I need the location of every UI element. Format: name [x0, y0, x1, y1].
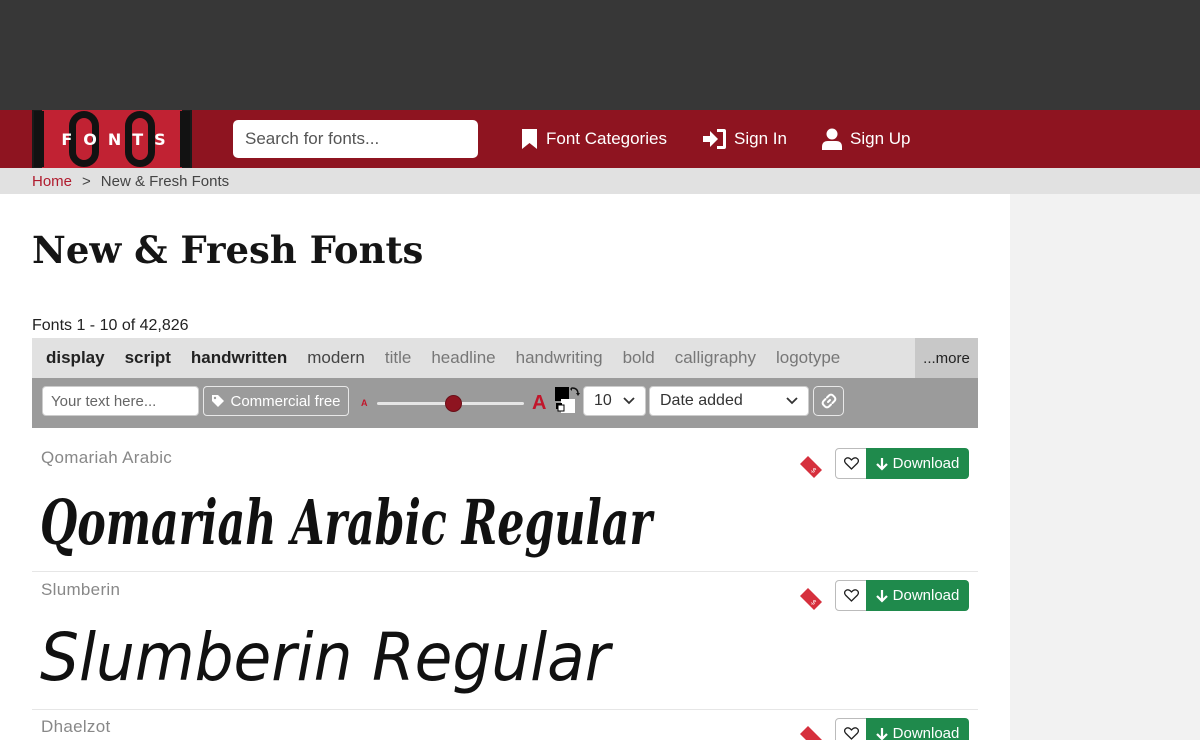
- count-select-value: 10: [594, 392, 612, 409]
- site-header: FONTS Font Categories Sign In Sign Up: [0, 110, 1200, 168]
- price-tag-icon: [800, 726, 822, 740]
- sort-select-value: Date added: [660, 392, 743, 409]
- arrow-down-icon: [875, 727, 888, 740]
- download-label: Download: [892, 455, 960, 472]
- favorite-button[interactable]: [835, 448, 867, 479]
- price-tag-icon: $: [800, 456, 822, 478]
- tag-title[interactable]: title: [385, 348, 411, 368]
- heart-icon: [843, 457, 859, 470]
- nav-font-categories[interactable]: Font Categories: [521, 110, 667, 168]
- price-tag-icon: $: [800, 588, 822, 610]
- commercial-free-label: Commercial free: [230, 392, 341, 410]
- size-small-label: A: [361, 398, 368, 408]
- download-label: Download: [892, 725, 960, 740]
- font-row: Slumberin $ Download Slumberin Regular: [32, 572, 978, 710]
- more-tags-button[interactable]: ...more: [915, 338, 978, 378]
- heart-icon: [843, 727, 859, 740]
- preview-toolbar: Commercial free A A 10 Date added: [32, 378, 978, 428]
- nav-sign-in[interactable]: Sign In: [703, 110, 787, 168]
- search-input[interactable]: [245, 129, 466, 149]
- logo-text: FONTS: [61, 130, 177, 149]
- link-icon: [821, 393, 836, 409]
- font-preview[interactable]: Slumberin Regular: [40, 614, 640, 704]
- right-sidebar: [1010, 194, 1200, 740]
- nav-sign-up[interactable]: Sign Up: [822, 110, 910, 168]
- font-preview-text: Qomariah Arabic Regular: [40, 486, 655, 559]
- arrow-down-icon: [875, 589, 888, 603]
- tag-icon: [212, 395, 225, 407]
- font-preview-text: Slumberin Regular: [40, 619, 614, 696]
- tag-bar: display script handwritten modern title …: [32, 338, 978, 378]
- tag-modern[interactable]: modern: [307, 348, 365, 368]
- sign-in-icon: [703, 129, 726, 149]
- font-name[interactable]: Slumberin: [41, 580, 120, 600]
- download-button[interactable]: Download: [866, 718, 969, 740]
- top-band: [0, 0, 1200, 110]
- site-logo[interactable]: FONTS: [32, 110, 192, 168]
- download-label: Download: [892, 587, 960, 604]
- favorite-button[interactable]: [835, 580, 867, 611]
- chevron-down-icon: [786, 397, 798, 405]
- search-box: [233, 120, 478, 158]
- nav-sign-up-label: Sign Up: [850, 129, 911, 148]
- font-name[interactable]: Qomariah Arabic: [41, 448, 172, 468]
- download-button[interactable]: Download: [866, 448, 969, 479]
- breadcrumb-home[interactable]: Home: [32, 173, 72, 190]
- download-button[interactable]: Download: [866, 580, 969, 611]
- sort-select[interactable]: Date added: [649, 386, 809, 416]
- arrow-down-icon: [875, 457, 888, 471]
- nav-sign-in-label: Sign In: [734, 129, 787, 148]
- breadcrumb-current: New & Fresh Fonts: [100, 172, 230, 190]
- font-name[interactable]: Dhaelzot: [41, 717, 111, 737]
- tag-script[interactable]: script: [125, 348, 171, 368]
- favorite-button[interactable]: [835, 718, 867, 740]
- tag-calligraphy[interactable]: calligraphy: [675, 348, 756, 368]
- commercial-free-button[interactable]: Commercial free: [203, 386, 349, 416]
- tag-handwritten[interactable]: handwritten: [191, 348, 287, 368]
- preview-text-input[interactable]: [42, 386, 199, 416]
- count-select[interactable]: 10: [583, 386, 646, 416]
- font-preview[interactable]: Qomariah Arabic Regular: [40, 482, 680, 562]
- nav-font-categories-label: Font Categories: [546, 129, 667, 148]
- chevron-down-icon: [623, 397, 635, 405]
- size-large-label: A: [532, 392, 547, 414]
- font-count: Fonts 1 - 10 of 42,826: [32, 317, 189, 334]
- tag-headline[interactable]: headline: [431, 348, 495, 368]
- color-swap-icon[interactable]: [553, 386, 581, 416]
- breadcrumb-separator: >: [82, 172, 91, 190]
- tag-bold[interactable]: bold: [623, 348, 655, 368]
- bookmark-icon: [522, 129, 537, 149]
- page-title: New & Fresh Fonts: [32, 228, 424, 272]
- heart-icon: [843, 589, 859, 602]
- font-row: Qomariah Arabic $ Download Qomariah Arab…: [32, 438, 978, 572]
- font-row: Dhaelzot Download: [32, 710, 978, 740]
- tag-logotype[interactable]: logotype: [776, 348, 840, 368]
- user-icon: [822, 128, 842, 150]
- tag-handwriting[interactable]: handwriting: [516, 348, 603, 368]
- breadcrumb: Home > New & Fresh Fonts: [0, 168, 1200, 194]
- permalink-button[interactable]: [813, 386, 844, 416]
- tag-display[interactable]: display: [46, 348, 105, 368]
- size-slider-thumb[interactable]: [444, 395, 462, 412]
